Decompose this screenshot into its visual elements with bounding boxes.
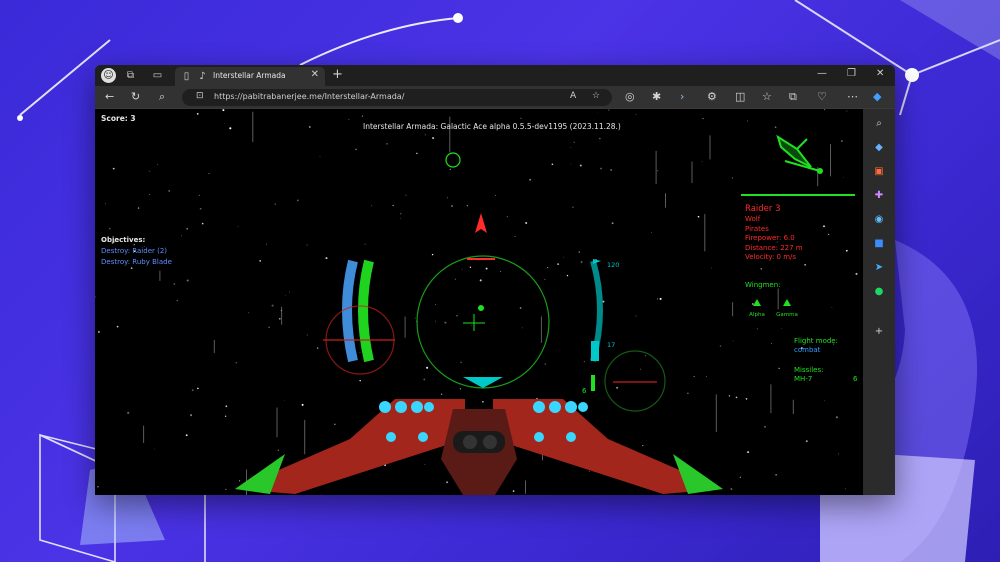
tab-title: Interstellar Armada [213,71,286,80]
restore-icon[interactable]: ❐ [847,68,856,79]
briefcase-icon[interactable]: ▣ [872,165,886,179]
back-icon[interactable]: ← [105,90,114,104]
collections-icon[interactable]: ⧉ [789,90,797,104]
browser-sidebar: ⌕ ◆ ▣ ✚ ◉ ■ ➤ ● + [863,109,895,495]
search-icon[interactable]: ⌕ [159,90,165,104]
extension-icon[interactable]: ◎ [625,90,635,104]
copilot-icon[interactable]: ◆ [873,90,881,104]
workspaces-icon[interactable]: ⧉ [123,68,138,83]
refresh-icon[interactable]: ↻ [131,90,140,104]
favorites-icon[interactable]: ☆ [762,90,772,104]
extension-icon-2[interactable]: ✱ [652,90,661,104]
tab-bar: ☺ ⧉ ▭ ▯ ♪ Interstellar Armada ✕ + — ❐ ✕ [95,65,895,86]
copilot-icon[interactable]: ◉ [872,213,886,227]
page-icon: ▯ [183,71,190,82]
audio-icon[interactable]: ♪ [195,69,210,84]
outlook-icon[interactable]: ■ [872,237,886,251]
navigation-bar: ← ↻ ⌕ ⊡ https://pabitrabanerjee.me/Inter… [95,86,895,109]
add-icon[interactable]: + [872,325,886,339]
tools-icon[interactable]: ✚ [872,189,886,203]
favorite-icon[interactable]: ☆ [592,91,600,101]
tab-interstellar-armada[interactable]: ▯ ♪ Interstellar Armada ✕ [175,67,325,86]
close-window-icon[interactable]: ✕ [876,68,884,79]
search-icon[interactable]: ⌕ [872,117,886,131]
browser-window: ☺ ⧉ ▭ ▯ ♪ Interstellar Armada ✕ + — ❐ ✕ … [95,65,895,495]
chevron-right-icon[interactable]: › [680,90,684,104]
minimize-icon[interactable]: — [817,68,827,79]
browser-essentials-icon[interactable]: ♡ [817,90,827,104]
more-icon[interactable]: ⋯ [847,90,858,104]
close-tab-icon[interactable]: ✕ [311,69,319,80]
address-bar[interactable]: ⊡ https://pabitrabanerjee.me/Interstella… [182,89,612,106]
tag-icon[interactable]: ◆ [872,141,886,155]
tab-actions-icon[interactable]: ▭ [150,68,165,83]
player-ship [235,399,723,495]
extensions-icon[interactable]: ⚙ [707,90,717,104]
new-tab-icon[interactable]: + [332,67,343,82]
url-text[interactable]: https://pabitrabanerjee.me/Interstellar-… [214,92,404,101]
telegram-icon[interactable]: ➤ [872,261,886,275]
game-viewport[interactable]: Score: 3 Interstellar Armada: Galactic A… [95,109,863,495]
profile-icon[interactable]: ☺ [101,68,116,83]
lock-icon[interactable]: ⊡ [196,91,204,101]
read-aloud-icon[interactable]: A [570,91,576,101]
spotify-icon[interactable]: ● [872,285,886,299]
split-screen-icon[interactable]: ◫ [735,90,745,104]
